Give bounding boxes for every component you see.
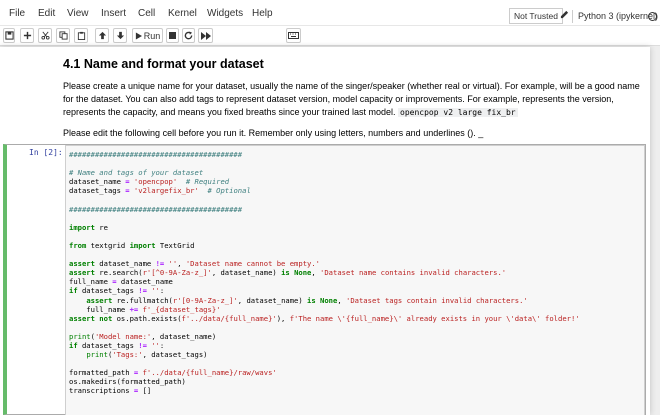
input-prompt: In [2]: (29, 148, 63, 157)
code-line: print('Tags:', dataset_tags) (86, 350, 208, 360)
code-line: assert re.fullmatch(r'[0-9A-Za-z_]', dat… (86, 295, 528, 305)
code-line: ######################################## (69, 204, 243, 214)
menubar: File Edit View Insert Cell Kernel Widget… (0, 0, 660, 26)
code-line: assert re.search(r'[^0-9A-Za-z_]', datas… (69, 268, 507, 278)
move-down-icon[interactable] (113, 28, 127, 43)
section-heading: 4.1 Name and format your dataset (63, 57, 264, 71)
paste-icon[interactable] (74, 28, 88, 43)
code-line: dataset_name = 'opencpop' # Required (69, 177, 230, 187)
play-icon (135, 32, 142, 39)
markdown-paragraph-1-text: Please create a unique name for your dat… (63, 81, 640, 117)
pencil-icon[interactable] (560, 10, 569, 22)
code-line: full_name += f'_{dataset_tags}' (69, 304, 221, 314)
code-line: if dataset_tags != '': (69, 286, 165, 296)
toolbar: Run Code ⌄ (0, 26, 660, 69)
code-text: ########################################… (66, 146, 644, 400)
notebook-page: 4.1 Name and format your dataset Please … (0, 47, 650, 415)
trusted-status-button[interactable]: Not Trusted (509, 8, 563, 24)
kernel-idle-indicator-icon (648, 12, 657, 21)
code-line: formatted_path = f'../data/{full_name}/r… (69, 368, 277, 378)
menu-help[interactable]: Help (252, 8, 273, 19)
code-line: if dataset_tags != '': (69, 340, 165, 350)
menu-file[interactable]: File (9, 8, 25, 19)
code-editor[interactable]: ########################################… (65, 145, 645, 415)
code-line: import re (69, 222, 108, 232)
markdown-paragraph-1: Please create a unique name for your dat… (63, 80, 643, 119)
fast-forward-icon[interactable] (198, 28, 213, 43)
code-line: # Name and tags of your dataset (69, 168, 204, 178)
markdown-cell[interactable]: 4.1 Name and format your dataset Please … (63, 57, 643, 148)
kernel-separator (572, 10, 573, 23)
code-line: from textgrid import TextGrid (69, 240, 195, 250)
code-line: dataset_tags = 'v2largefix_br' # Optiona… (69, 186, 251, 196)
menu-edit[interactable]: Edit (38, 8, 55, 19)
copy-icon[interactable] (56, 28, 70, 43)
keyboard-icon[interactable] (286, 28, 301, 43)
cut-icon[interactable] (38, 28, 52, 43)
notebook-container: 4.1 Name and format your dataset Please … (0, 47, 660, 415)
restart-icon[interactable] (182, 28, 195, 43)
menu-insert[interactable]: Insert (101, 8, 126, 19)
kernel-name[interactable]: Python 3 (ipykernel) (578, 11, 658, 21)
menu-kernel[interactable]: Kernel (168, 8, 197, 19)
insert-cell-icon[interactable] (20, 28, 34, 43)
code-line: full_name = dataset_name (69, 277, 173, 287)
run-button[interactable]: Run (132, 28, 163, 43)
code-line: assert dataset_name != '', 'Dataset name… (69, 259, 321, 269)
code-cell[interactable]: In [2]: ################################… (3, 144, 646, 415)
inline-code: opencpop v2 large fix_br (398, 108, 518, 117)
save-icon[interactable] (3, 28, 15, 43)
code-line: ######################################## (69, 150, 243, 159)
markdown-paragraph-2: Please edit the following cell before yo… (63, 127, 643, 140)
stop-icon[interactable] (166, 28, 179, 43)
run-button-label: Run (143, 30, 161, 41)
code-line: assert not os.path.exists(f'../data/{ful… (69, 313, 580, 323)
menu-cell[interactable]: Cell (138, 8, 155, 19)
markdown-paragraph-2-text: Please edit the following cell before yo… (63, 128, 476, 138)
menu-widgets[interactable]: Widgets (207, 8, 243, 19)
move-up-icon[interactable] (95, 28, 109, 43)
code-line: transcriptions = [] (69, 386, 152, 396)
code-line: os.makedirs(formatted_path) (69, 377, 186, 387)
text-cursor: _ (478, 128, 484, 138)
menu-view[interactable]: View (67, 8, 89, 19)
code-line: print('Model name:', dataset_name) (69, 331, 217, 341)
